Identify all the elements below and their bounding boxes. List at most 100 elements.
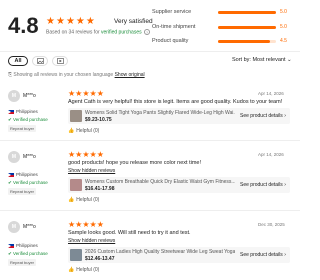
helpful-button[interactable]: 👍 Helpful (0) — [68, 128, 99, 134]
product-card[interactable]: 2026 Custom Ladies High Quality Streetwe… — [68, 247, 290, 263]
reviewer-name: M***o — [23, 224, 36, 230]
flag-icon — [8, 243, 14, 248]
helpful-button[interactable]: 👍 Helpful (0) — [68, 267, 99, 273]
star-icon: ★ — [68, 150, 76, 159]
reviewer-country: Philippines — [8, 172, 38, 177]
thumbs-up-icon: 👍 — [68, 267, 75, 273]
verified-purchases-link[interactable]: verified purchases — [101, 29, 142, 35]
based-on-prefix: Based on 34 reviews for — [46, 29, 100, 36]
video-icon — [56, 58, 64, 64]
help-icon[interactable]: ? — [144, 29, 150, 35]
star-icon: ★ — [82, 220, 90, 229]
based-on-text: Based on 34 reviews for verified purchas… — [46, 29, 150, 35]
show-hidden-reviews-link[interactable]: Show hidden reviews — [68, 238, 115, 244]
metric-bar — [218, 40, 276, 43]
repeat-buyer-badge: Repeat buyer — [8, 259, 37, 266]
divider — [0, 210, 300, 211]
see-product-details-link[interactable]: See product details › — [240, 113, 286, 119]
verified-purchase-badge: ✔ Verified purchase — [8, 117, 48, 122]
avatar: M — [8, 90, 20, 102]
chevron-down-icon: ⌄ — [287, 57, 292, 63]
star-icon: ★ — [75, 150, 83, 159]
product-name: Womens Custom Breathable Quick Dry Elast… — [85, 179, 235, 185]
reviewer-country: Philippines — [8, 243, 38, 248]
repeat-buyer-badge: Repeat buyer — [8, 125, 37, 132]
star-icon: ★ — [96, 150, 104, 159]
review-stars: ★ ★ ★ ★ ★ — [68, 90, 104, 98]
metric-label: On-time shipment — [152, 24, 196, 30]
star-icon: ★ — [89, 220, 97, 229]
divider — [0, 51, 300, 52]
product-card[interactable]: Womens Solid Tight Yoga Pants Slightly F… — [68, 108, 290, 124]
chevron-right-icon: › — [284, 252, 286, 258]
product-price: $9.23-10.75 — [85, 117, 112, 123]
filter-video-pill[interactable] — [52, 56, 68, 66]
repeat-buyer-badge: Repeat buyer — [8, 188, 37, 195]
review-text: good products! hope you release more col… — [68, 160, 201, 166]
avatar: M — [8, 221, 20, 233]
star-icon: ★ — [75, 89, 83, 98]
product-price: $16.41-17.98 — [85, 186, 115, 192]
product-card[interactable]: Womens Custom Breathable Quick Dry Elast… — [68, 177, 290, 193]
product-name: Womens Solid Tight Yoga Pants Slightly F… — [85, 110, 235, 116]
review-date: Apr 14, 2026 — [258, 91, 284, 96]
verified-purchase-badge: ✔ Verified purchase — [8, 251, 48, 256]
helpful-button[interactable]: 👍 Helpful (0) — [68, 197, 99, 203]
divider — [0, 140, 300, 141]
product-price: $12.46-13.47 — [85, 256, 115, 262]
show-hidden-reviews-link[interactable]: Show hidden reviews — [68, 168, 115, 174]
star-icon: ★ — [68, 89, 76, 98]
flag-icon — [8, 172, 14, 177]
avatar: M — [8, 151, 20, 163]
chevron-right-icon: › — [284, 182, 286, 188]
verified-purchase-badge: ✔ Verified purchase — [8, 180, 48, 185]
see-product-details-link[interactable]: See product details › — [240, 182, 286, 188]
star-icon: ★ — [96, 220, 104, 229]
see-product-details-link[interactable]: See product details › — [240, 252, 286, 258]
metric-value: 5.0 — [280, 9, 287, 15]
overall-rating-score: 4.8 — [8, 13, 39, 38]
translate-icon: ⎘ — [8, 72, 13, 78]
star-icon: ★ — [85, 16, 95, 27]
star-icon: ★ — [75, 220, 83, 229]
thumbs-up-icon: 👍 — [68, 197, 75, 203]
star-icon: ★ — [55, 16, 65, 27]
sort-label: Sort by: Most relevant — [232, 57, 286, 63]
metric-value: 5.0 — [280, 24, 287, 30]
metric-bar — [218, 26, 276, 29]
filter-image-pill[interactable] — [32, 56, 48, 66]
language-notice: ⎘ Showing all reviews in your chosen lan… — [8, 72, 145, 78]
review-date: Apr 14, 2026 — [258, 152, 284, 157]
star-icon: ★ — [82, 89, 90, 98]
show-original-link[interactable]: Show original — [115, 72, 145, 78]
review-stars: ★ ★ ★ ★ ★ — [68, 221, 104, 229]
reviewer-country: Philippines — [8, 109, 38, 114]
language-notice-text: Showing all reviews in your chosen langu… — [13, 72, 114, 78]
product-name: 2026 Custom Ladies High Quality Streetwe… — [85, 249, 235, 255]
review-stars: ★ ★ ★ ★ ★ — [68, 151, 104, 159]
metric-label: Supplier service — [152, 9, 192, 15]
filter-all-pill[interactable]: All — [8, 56, 28, 66]
review-text: Sample looks good. Will still need to tr… — [68, 230, 191, 236]
overall-rating-stars: ★ ★ ★ ★ ★ — [46, 17, 95, 27]
star-icon: ★ — [75, 16, 85, 27]
reviewer-name: M***o — [23, 154, 36, 160]
review-text: Agent Cath is very helpful! this store i… — [68, 99, 283, 105]
rating-verdict: Very satisfied — [114, 18, 153, 25]
metric-label: Product quality — [152, 38, 189, 44]
star-icon: ★ — [82, 150, 90, 159]
sort-dropdown[interactable]: Sort by: Most relevant ⌄ — [232, 57, 292, 63]
thumbs-up-icon: 👍 — [68, 128, 75, 134]
star-icon: ★ — [65, 16, 75, 27]
star-icon: ★ — [46, 16, 55, 27]
metric-value: 4.5 — [280, 38, 287, 44]
product-thumbnail — [70, 249, 82, 261]
product-thumbnail — [70, 110, 82, 122]
review-date: Dec 30, 2025 — [258, 222, 285, 227]
star-icon: ★ — [68, 220, 76, 229]
star-icon: ★ — [96, 89, 104, 98]
star-icon: ★ — [89, 150, 97, 159]
metric-bar — [218, 11, 276, 14]
product-thumbnail — [70, 179, 82, 191]
flag-icon — [8, 109, 14, 114]
